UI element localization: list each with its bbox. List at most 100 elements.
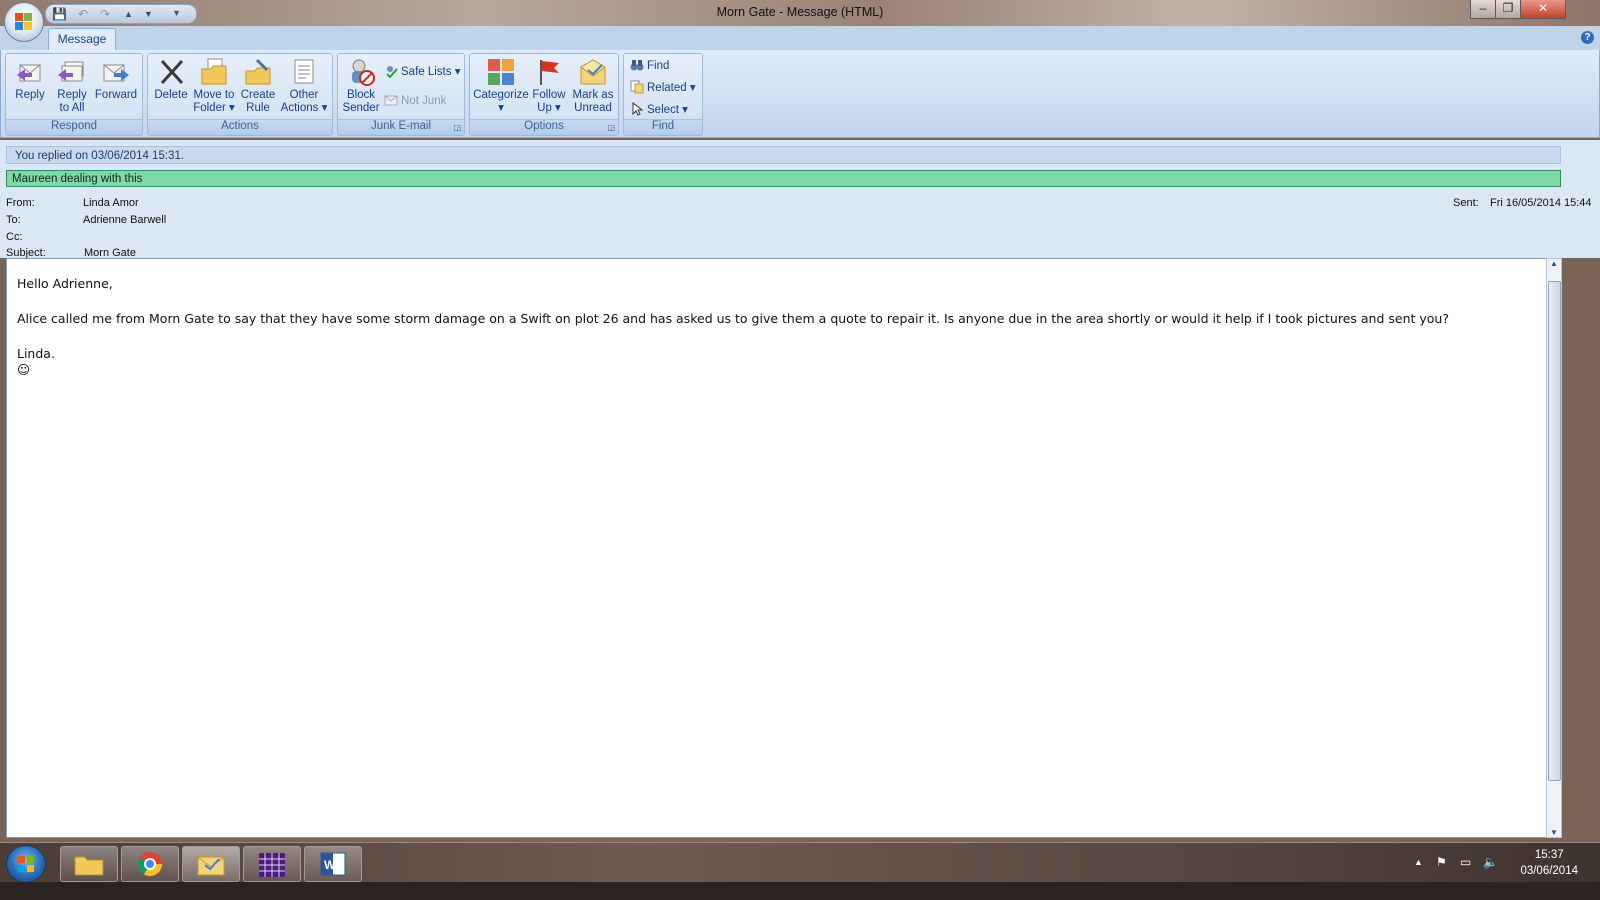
volume-icon[interactable]: 🔈	[1483, 855, 1498, 869]
office-logo-icon	[15, 13, 33, 31]
move-to-folder-label: Move to	[193, 89, 235, 101]
clock-time: 15:37	[1534, 849, 1564, 861]
svg-text:W: W	[324, 858, 336, 872]
calendar-grid-icon	[259, 853, 285, 877]
other-actions-button[interactable]: Other Actions ▾	[280, 57, 328, 115]
show-hidden-icons-icon[interactable]: ▲	[1414, 857, 1423, 867]
chrome-icon	[137, 852, 162, 877]
taskbar-explorer[interactable]	[60, 846, 118, 882]
close-button[interactable]: ✕	[1520, 0, 1566, 19]
reply-to-all-button[interactable]: Reply to All	[52, 57, 92, 115]
network-icon[interactable]: ▭	[1460, 855, 1471, 869]
follow-up-flag-icon	[534, 57, 564, 87]
options-group: Categorize ▾ Follow Up ▾ Mark as Unread Opt…	[469, 53, 619, 136]
forward-button[interactable]: Forward	[94, 57, 138, 102]
sent-label: Sent:	[1453, 197, 1479, 209]
start-button[interactable]	[6, 845, 46, 883]
body-paragraph: Alice called me from Morn Gate to say th…	[17, 311, 1449, 326]
scroll-up-arrow-icon[interactable]: ▲	[1547, 259, 1561, 268]
find-group: Find Related ▾ Select ▾ Find	[623, 53, 703, 136]
ribbon: Reply Reply to All Forward Respond Delete	[0, 50, 1600, 138]
options-group-label: Options ◲	[470, 119, 618, 135]
from-value[interactable]: Linda Amor	[83, 197, 139, 209]
ribbon-tab-row: Message ?	[0, 26, 1600, 51]
mark-as-unread-label: Mark as	[572, 89, 614, 101]
create-rule-label: Create	[240, 89, 276, 101]
help-icon[interactable]: ?	[1581, 31, 1594, 44]
block-sender-button[interactable]: Block Sender	[340, 57, 382, 115]
to-value[interactable]: Adrienne Barwell	[83, 214, 166, 226]
related-icon	[630, 80, 644, 94]
select-button[interactable]: Select ▾	[630, 101, 688, 118]
move-to-folder-icon	[199, 57, 229, 87]
body-signature: Linda.	[17, 346, 55, 361]
taskbar-calendar-app[interactable]	[243, 846, 301, 882]
flag-status-bar[interactable]: Maureen dealing with this	[6, 170, 1561, 187]
body-greeting: Hello Adrienne,	[17, 276, 113, 291]
reply-button[interactable]: Reply	[10, 57, 50, 102]
delete-button[interactable]: Delete	[152, 57, 190, 102]
dialog-launcher-icon[interactable]: ◲	[607, 123, 615, 132]
to-label: To:	[6, 214, 21, 226]
dialog-launcher-icon[interactable]: ◲	[453, 123, 461, 132]
move-to-folder-button[interactable]: Move to Folder ▾	[192, 57, 236, 115]
delete-icon	[156, 57, 186, 87]
select-cursor-icon	[630, 101, 644, 116]
outlook-envelope-icon	[197, 856, 225, 876]
office-button[interactable]	[4, 2, 44, 42]
find-button[interactable]: Find	[630, 58, 669, 74]
not-junk-button[interactable]: Not Junk	[384, 93, 446, 109]
related-button[interactable]: Related ▾	[630, 80, 696, 96]
taskbar-chrome[interactable]	[121, 846, 179, 882]
actions-group: Delete Move to Folder ▾ Create Rule Other A…	[147, 53, 333, 136]
delete-label: Delete	[154, 89, 188, 101]
categorize-button[interactable]: Categorize ▾	[472, 57, 530, 115]
categorize-label: Categorize	[473, 89, 529, 101]
minimize-button[interactable]: –	[1470, 0, 1496, 19]
actions-group-label: Actions	[148, 119, 332, 135]
reply-label: Reply	[15, 89, 45, 101]
forward-label: Forward	[94, 89, 138, 101]
related-label: Related ▾	[647, 82, 696, 94]
cc-label: Cc:	[6, 231, 23, 243]
mark-as-unread-button[interactable]: Mark as Unread	[570, 57, 616, 115]
safe-lists-button[interactable]: Safe Lists ▾	[384, 64, 460, 80]
tab-message[interactable]: Message	[48, 28, 116, 51]
sent-value: Fri 16/05/2014 15:44	[1490, 197, 1592, 209]
reply-to-all-label: Reply	[57, 89, 87, 101]
not-junk-label: Not Junk	[401, 95, 447, 107]
restore-button[interactable]: ❐	[1495, 0, 1521, 19]
folder-icon	[74, 856, 104, 876]
clock-date: 03/06/2014	[1520, 865, 1578, 877]
action-center-flag-icon[interactable]: ⚑	[1436, 855, 1447, 869]
block-sender-icon	[346, 57, 376, 87]
windows-logo-icon	[18, 856, 34, 872]
mark-unread-icon	[578, 57, 608, 87]
window-title: Morn Gate - Message (HTML)	[716, 5, 884, 19]
scrollbar-thumb[interactable]	[1548, 281, 1561, 781]
reply-info-bar[interactable]: You replied on 03/06/2014 15:31.	[6, 146, 1561, 164]
not-junk-icon	[384, 93, 398, 107]
safe-lists-icon	[384, 64, 398, 79]
taskbar-outlook[interactable]	[182, 846, 240, 882]
reply-all-icon	[57, 57, 87, 87]
categorize-icon	[486, 57, 516, 87]
forward-icon	[101, 57, 131, 87]
other-actions-icon	[289, 57, 319, 87]
vertical-scrollbar[interactable]: ▲ ▼	[1546, 258, 1562, 838]
follow-up-button[interactable]: Follow Up ▾	[530, 57, 568, 115]
taskbar: W ▲ ⚑ ▭ 🔈 15:37 03/06/2014	[0, 842, 1600, 883]
other-actions-label: Other	[289, 89, 319, 101]
find-binoculars-icon	[630, 58, 644, 72]
title-bar: 💾 ↶ ↷ ▲ ▼ ▾ Morn Gate - Message (HTML) –…	[0, 0, 1600, 26]
find-label: Find	[647, 60, 670, 72]
smiley-icon: ☺	[17, 362, 31, 377]
reply-icon	[15, 57, 45, 87]
message-body[interactable]: Hello Adrienne, Alice called me from Mor…	[6, 258, 1548, 838]
follow-up-label: Follow	[532, 89, 566, 101]
system-clock[interactable]: 15:37 03/06/2014	[1520, 847, 1578, 879]
create-rule-button[interactable]: Create Rule	[238, 57, 278, 115]
word-icon: W	[320, 852, 346, 876]
taskbar-word[interactable]: W	[304, 846, 362, 882]
scroll-down-arrow-icon[interactable]: ▼	[1547, 828, 1561, 837]
